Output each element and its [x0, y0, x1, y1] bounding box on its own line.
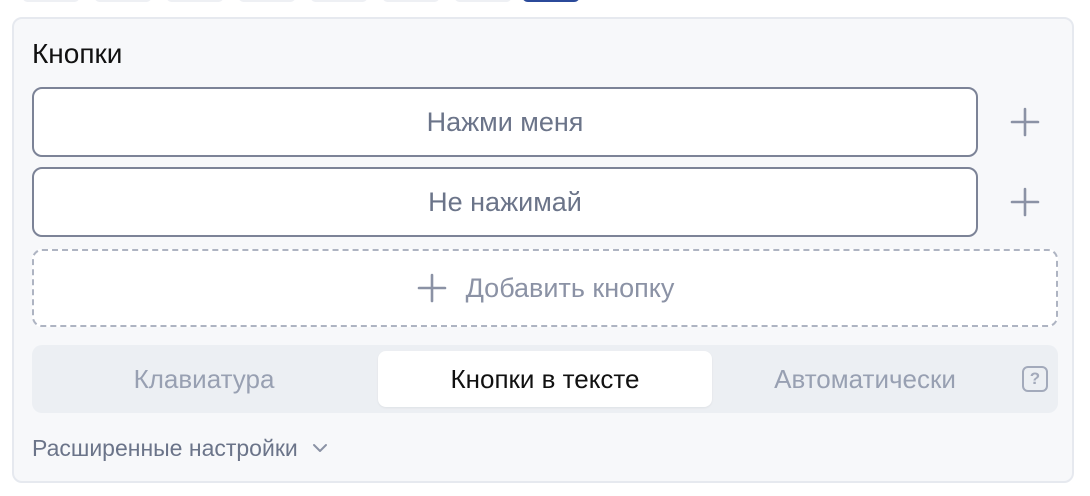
- button-label-field[interactable]: Не нажимай: [32, 167, 978, 237]
- toolbar-chip[interactable]: [382, 0, 440, 2]
- tab-inline-buttons[interactable]: Кнопки в тексте: [378, 351, 712, 407]
- buttons-card: Кнопки Нажми меня Не нажимай Добавить кн…: [12, 17, 1074, 483]
- plus-icon: [417, 273, 446, 303]
- chevron-down-icon: [312, 444, 327, 452]
- layout-mode-selector: Клавиатура Кнопки в тексте Автоматически…: [32, 345, 1058, 413]
- button-row: Нажми меня: [32, 87, 1062, 157]
- toolbar-chip[interactable]: [94, 0, 152, 2]
- add-button-button[interactable]: Добавить кнопку: [32, 249, 1058, 327]
- toolbar-chip[interactable]: [166, 0, 224, 2]
- plus-icon[interactable]: [1004, 181, 1046, 223]
- tab-keyboard[interactable]: Клавиатура: [38, 351, 370, 407]
- section-title: Кнопки: [32, 38, 123, 69]
- question-icon[interactable]: ?: [1022, 366, 1048, 392]
- toolbar-chip[interactable]: [238, 0, 296, 2]
- toolbar-chip[interactable]: [22, 0, 80, 2]
- top-toolbar-strip: [0, 0, 1090, 6]
- toolbar-chip[interactable]: [454, 0, 512, 2]
- tab-automatic[interactable]: Автоматически: [720, 351, 1010, 407]
- button-label-field[interactable]: Нажми меня: [32, 87, 978, 157]
- add-button-label: Добавить кнопку: [465, 272, 675, 303]
- toolbar-chip-active[interactable]: [522, 0, 580, 2]
- advanced-settings-label: Расширенные настройки: [32, 434, 298, 461]
- toolbar-chip[interactable]: [310, 0, 368, 2]
- advanced-settings-toggle[interactable]: Расширенные настройки: [32, 433, 328, 463]
- plus-icon[interactable]: [1004, 101, 1046, 143]
- button-row: Не нажимай: [32, 167, 1062, 237]
